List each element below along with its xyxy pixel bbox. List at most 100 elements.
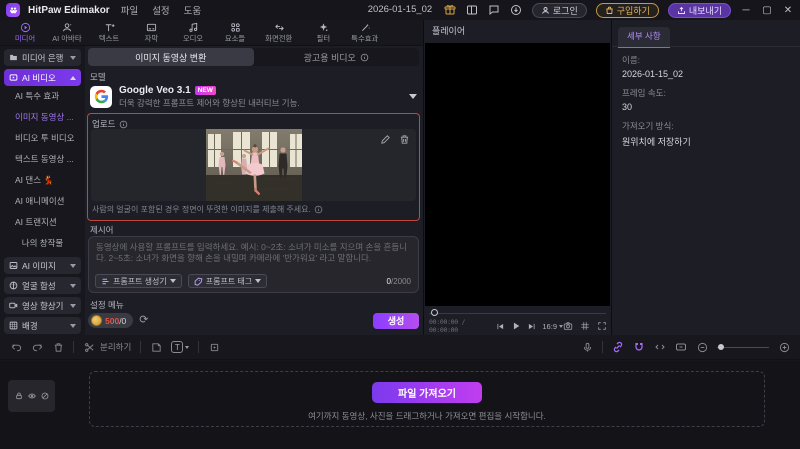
maximize-button[interactable]: ▢ [761, 5, 773, 16]
play-button[interactable] [511, 321, 521, 331]
name-value: 2026-01-15_02 [622, 69, 684, 79]
magnet-icon[interactable] [633, 341, 645, 353]
feedback-icon[interactable] [488, 4, 501, 17]
toolbar-item-effects[interactable]: 특수효과 [344, 21, 386, 44]
document-title: 2026-01-15_02 [367, 4, 433, 15]
prompt-tag-button[interactable]: 프롬프트 태그 [187, 274, 268, 288]
fit-timeline-icon[interactable] [675, 341, 687, 353]
sticker-icon[interactable] [150, 341, 162, 353]
prompt-generator-button[interactable]: 프롬프트 생성기 [95, 274, 182, 288]
seek-handle[interactable] [431, 309, 438, 316]
timeline-section: 분리하기 T 파일 가져오기 여기까지 동영상, 사진을 드래그하거나 가져오면… [0, 335, 800, 449]
prev-frame-button[interactable] [496, 322, 505, 331]
delete-icon[interactable] [52, 341, 64, 353]
sidebar-item-ai-transition[interactable]: AI 트랜지션 [0, 212, 85, 233]
camera-icon [9, 301, 18, 310]
zoom-out-icon[interactable] [696, 341, 708, 353]
image-to-video-panel: 이미지 동영상 변환 광고용 비디오 모델 Google Veo 3.1 NEW… [85, 46, 423, 335]
split-label[interactable]: 분리하기 [100, 341, 131, 353]
undo-icon[interactable] [10, 341, 22, 353]
sidebar-item-my-creations[interactable]: 나의 창작물 [0, 233, 85, 254]
fullscreen-icon[interactable] [597, 321, 607, 331]
generate-button[interactable]: 생성 [373, 312, 419, 329]
fps-label: 프레임 속도: [622, 88, 666, 98]
download-icon[interactable] [510, 4, 523, 17]
tab-details[interactable]: 세부 사항 [618, 27, 670, 48]
sidebar-group-video-enhancer[interactable]: 영상 향상기 [4, 297, 81, 314]
app-logo-icon [6, 3, 20, 17]
grid-icon[interactable] [580, 321, 590, 331]
toolbar-item-media[interactable]: 미디어 [4, 21, 46, 44]
export-button[interactable]: 내보내기 [667, 2, 731, 18]
toggle-visibility-icon[interactable] [27, 392, 36, 400]
tab-ad-video[interactable]: 광고용 비디오 [254, 48, 420, 66]
login-button[interactable]: 로그인 [531, 2, 587, 18]
player-controls: 00:00:00 / 00:00:00 16:9 [429, 318, 607, 334]
unlink-icon[interactable] [654, 341, 666, 353]
import-file-button[interactable]: 파일 가져오기 [372, 382, 482, 403]
delete-image-icon[interactable] [399, 134, 410, 145]
split-icon[interactable] [83, 341, 95, 353]
link-icon[interactable] [612, 341, 624, 353]
refresh-credits-icon[interactable]: ⟳ [139, 315, 148, 326]
prompt-input[interactable]: 동영상에 사용할 프롬프트를 입력하세요. 예시: 0~2초: 소녀가 미소를 … [88, 236, 419, 293]
tab-image-to-video[interactable]: 이미지 동영상 변환 [88, 48, 254, 66]
timeline-zoom-slider[interactable] [717, 343, 769, 351]
sidebar-item-video-to-video[interactable]: 비디오 투 비디오 [0, 128, 85, 149]
menu-settings[interactable]: 설정 [149, 3, 172, 17]
toolbar-item-subtitle[interactable]: 자막 [130, 21, 172, 44]
minimize-button[interactable]: ─ [740, 5, 752, 16]
toolbar-item-filter[interactable]: 필터 [302, 21, 344, 44]
menu-file[interactable]: 파일 [118, 3, 141, 17]
toolbar-item-label: 오디오 [182, 34, 204, 43]
toolbar-item-transition[interactable]: 화면전환 [256, 21, 302, 44]
seek-bar[interactable] [429, 309, 606, 317]
export-icon [677, 6, 685, 14]
record-voice-icon[interactable] [581, 341, 593, 353]
chevron-up-icon [70, 75, 76, 80]
sidebar-item-ai-effects[interactable]: AI 특수 효과 [0, 86, 85, 107]
ai-video-icon [9, 73, 18, 82]
aspect-ratio-select[interactable]: 16:9 [542, 322, 563, 331]
toolbar-item-text[interactable]: 텍스트 [88, 21, 130, 44]
aspect-ratio-value: 16:9 [542, 321, 557, 331]
toolbar-item-ai-avatar[interactable]: AI 아바타 [46, 21, 88, 44]
close-button[interactable]: ✕ [782, 5, 794, 16]
mute-track-icon[interactable] [41, 392, 49, 400]
sidebar-item-ai-dance[interactable]: AI 댄스 💃 [0, 170, 85, 191]
layout-icon[interactable] [466, 4, 479, 17]
sidebar-group-ai-image[interactable]: AI 이미지 [4, 257, 81, 274]
video-preview[interactable] [425, 43, 610, 306]
crop-icon[interactable] [208, 341, 220, 353]
sidebar-item-text-to-video[interactable]: 텍스트 동영상 ... [0, 149, 85, 170]
toolbar-item-elements[interactable]: 요소들 [214, 21, 256, 44]
face-icon [9, 281, 18, 290]
sidebar-item-image-to-video[interactable]: 이미지 동영상 ... [0, 107, 85, 128]
snapshot-icon[interactable] [563, 321, 573, 331]
next-frame-button[interactable] [527, 322, 536, 331]
chevron-down-icon [70, 303, 76, 308]
sidebar-group-background[interactable]: 배경 [4, 317, 81, 334]
sidebar-item-ai-animation[interactable]: AI 애니메이션 [0, 191, 85, 212]
avatar-icon [62, 21, 73, 33]
sidebar-group-face-swap[interactable]: 얼굴 합성 [4, 277, 81, 294]
sidebar-group-media-bank[interactable]: 미디어 은행 [4, 49, 81, 66]
redo-icon[interactable] [31, 341, 43, 353]
text-tool-button[interactable]: T [171, 341, 190, 353]
toolbar-item-label: 요소들 [224, 34, 246, 43]
media-dropzone[interactable]: 파일 가져오기 여기까지 동영상, 사진을 드래그하거나 가져오면 편집을 시작… [89, 371, 765, 427]
buy-button[interactable]: 구입하기 [595, 2, 659, 18]
edit-image-icon[interactable] [380, 134, 391, 145]
gift-icon[interactable] [444, 4, 457, 17]
zoom-in-icon[interactable] [778, 341, 790, 353]
lock-track-icon[interactable] [15, 392, 23, 400]
uploaded-image-thumbnail[interactable] [205, 129, 302, 201]
import-mode-label: 가져오기 방식: [622, 121, 674, 131]
credits-badge[interactable]: 500/0 [88, 313, 134, 328]
toolbar-item-audio[interactable]: 오디오 [172, 21, 214, 44]
upload-dropzone[interactable] [91, 129, 416, 201]
model-selector[interactable]: Google Veo 3.1 NEW 더욱 강력한 프롬프트 제어와 향상된 내… [90, 83, 417, 110]
menu-help[interactable]: 도움 [181, 3, 204, 17]
sidebar-group-ai-video[interactable]: AI 비디오 [4, 69, 81, 86]
zoom-slider-handle[interactable] [718, 344, 724, 350]
